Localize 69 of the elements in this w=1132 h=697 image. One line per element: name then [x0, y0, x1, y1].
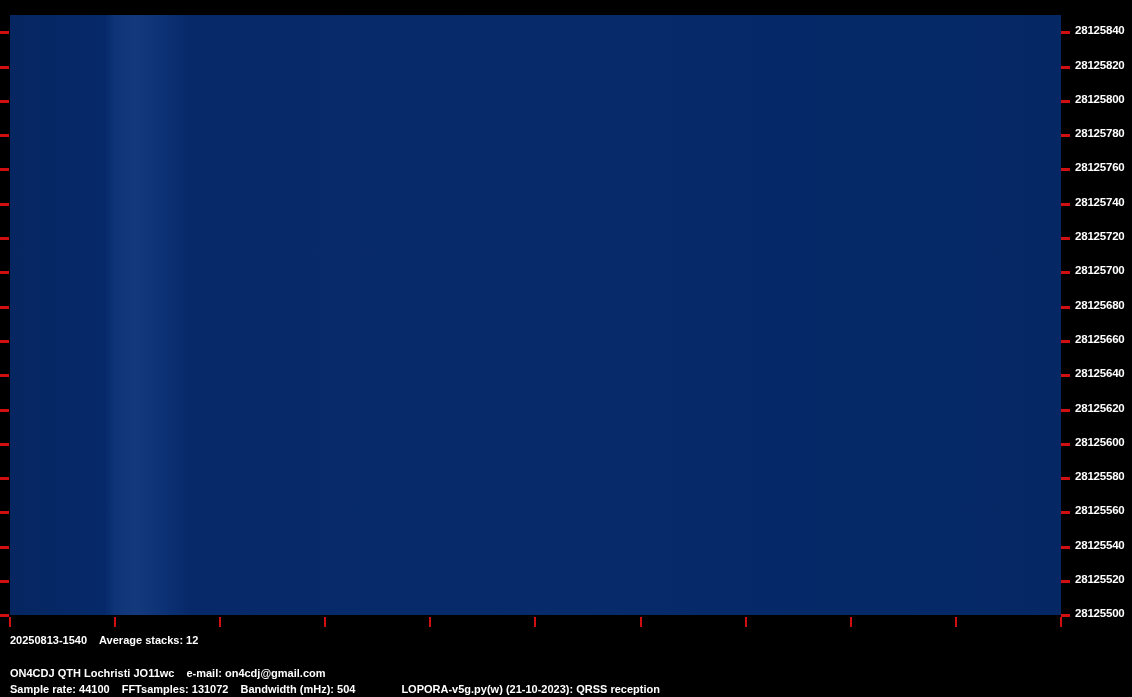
- frequency-label: 28125740: [1075, 194, 1125, 209]
- tick-mark: [1061, 477, 1070, 481]
- tick-mark: [0, 408, 9, 412]
- frequency-label: 28125560: [1075, 503, 1125, 518]
- tick-mark: [744, 617, 747, 628]
- tick-mark: [1061, 339, 1070, 343]
- tick-mark: [1061, 305, 1070, 309]
- frequency-label: 28125840: [1075, 23, 1125, 38]
- tick-mark: [1061, 511, 1070, 515]
- tick-mark: [1061, 580, 1070, 584]
- tick-mark: [0, 511, 9, 515]
- tick-mark: [849, 617, 852, 628]
- frequency-label: 28125720: [1075, 229, 1125, 244]
- tick-mark: [1061, 545, 1070, 549]
- info-text: Bandwidth (mHz): 504: [240, 682, 356, 697]
- frequency-label: 28125620: [1075, 400, 1125, 415]
- frequency-label: 28125700: [1075, 263, 1125, 278]
- tick-mark: [0, 374, 9, 378]
- tick-mark: [0, 31, 9, 35]
- tick-mark: [1061, 271, 1070, 275]
- tick-mark: [429, 617, 432, 628]
- frequency-label: 28125500: [1075, 606, 1125, 621]
- frequency-label: 28125520: [1075, 572, 1125, 587]
- tick-mark: [1061, 65, 1070, 69]
- tick-mark: [114, 617, 117, 628]
- frequency-label: 28125600: [1075, 434, 1125, 449]
- tick-mark: [1061, 442, 1070, 446]
- frequency-label: 28125680: [1075, 297, 1125, 312]
- tick-mark: [0, 99, 9, 103]
- tick-mark: [0, 477, 9, 481]
- info-text: FFTsamples: 131072: [121, 682, 229, 697]
- tick-mark: [0, 202, 9, 206]
- tick-mark: [1061, 374, 1070, 378]
- frequency-label: 28125660: [1075, 331, 1125, 346]
- frequency-label: 28125800: [1075, 91, 1125, 106]
- info-text: ON4CDJ QTH Lochristi JO11wc: [10, 666, 175, 681]
- tick-mark: [1061, 408, 1070, 412]
- frequency-label: 28125780: [1075, 126, 1125, 141]
- frequency-label: 28125580: [1075, 469, 1125, 484]
- tick-mark: [1061, 134, 1070, 138]
- tick-mark: [0, 134, 9, 138]
- frequency-label: 28125540: [1075, 537, 1125, 552]
- tick-mark: [1061, 31, 1070, 35]
- frequency-label: 28125760: [1075, 160, 1125, 175]
- frequency-label: 28125820: [1075, 57, 1125, 72]
- tick-mark: [1061, 99, 1070, 103]
- tick-mark: [0, 339, 9, 343]
- tick-mark: [534, 617, 537, 628]
- tick-mark: [0, 545, 9, 549]
- tick-mark: [1061, 202, 1070, 206]
- info-text: Sample rate: 44100: [10, 682, 110, 697]
- tick-mark: [324, 617, 327, 628]
- tick-mark: [0, 237, 9, 241]
- tick-mark: [0, 168, 9, 172]
- info-text: Average stacks: 12: [99, 633, 199, 648]
- info-text: LOPORA-v5g.py(w) (21-10-2023): QRSS reception: [401, 682, 660, 697]
- tick-mark: [954, 617, 957, 628]
- frequency-label: 28125640: [1075, 366, 1125, 381]
- tick-mark: [0, 271, 9, 275]
- tick-mark: [0, 65, 9, 69]
- tick-mark: [219, 617, 222, 628]
- tick-mark: [0, 442, 9, 446]
- info-text: 20250813-1540: [10, 633, 88, 648]
- tick-mark: [0, 305, 9, 309]
- tick-mark: [639, 617, 642, 628]
- tick-mark: [1061, 168, 1070, 172]
- info-text: e-mail: on4cdj@gmail.com: [186, 666, 326, 681]
- tick-mark: [0, 580, 9, 584]
- tick-mark: [1061, 237, 1070, 241]
